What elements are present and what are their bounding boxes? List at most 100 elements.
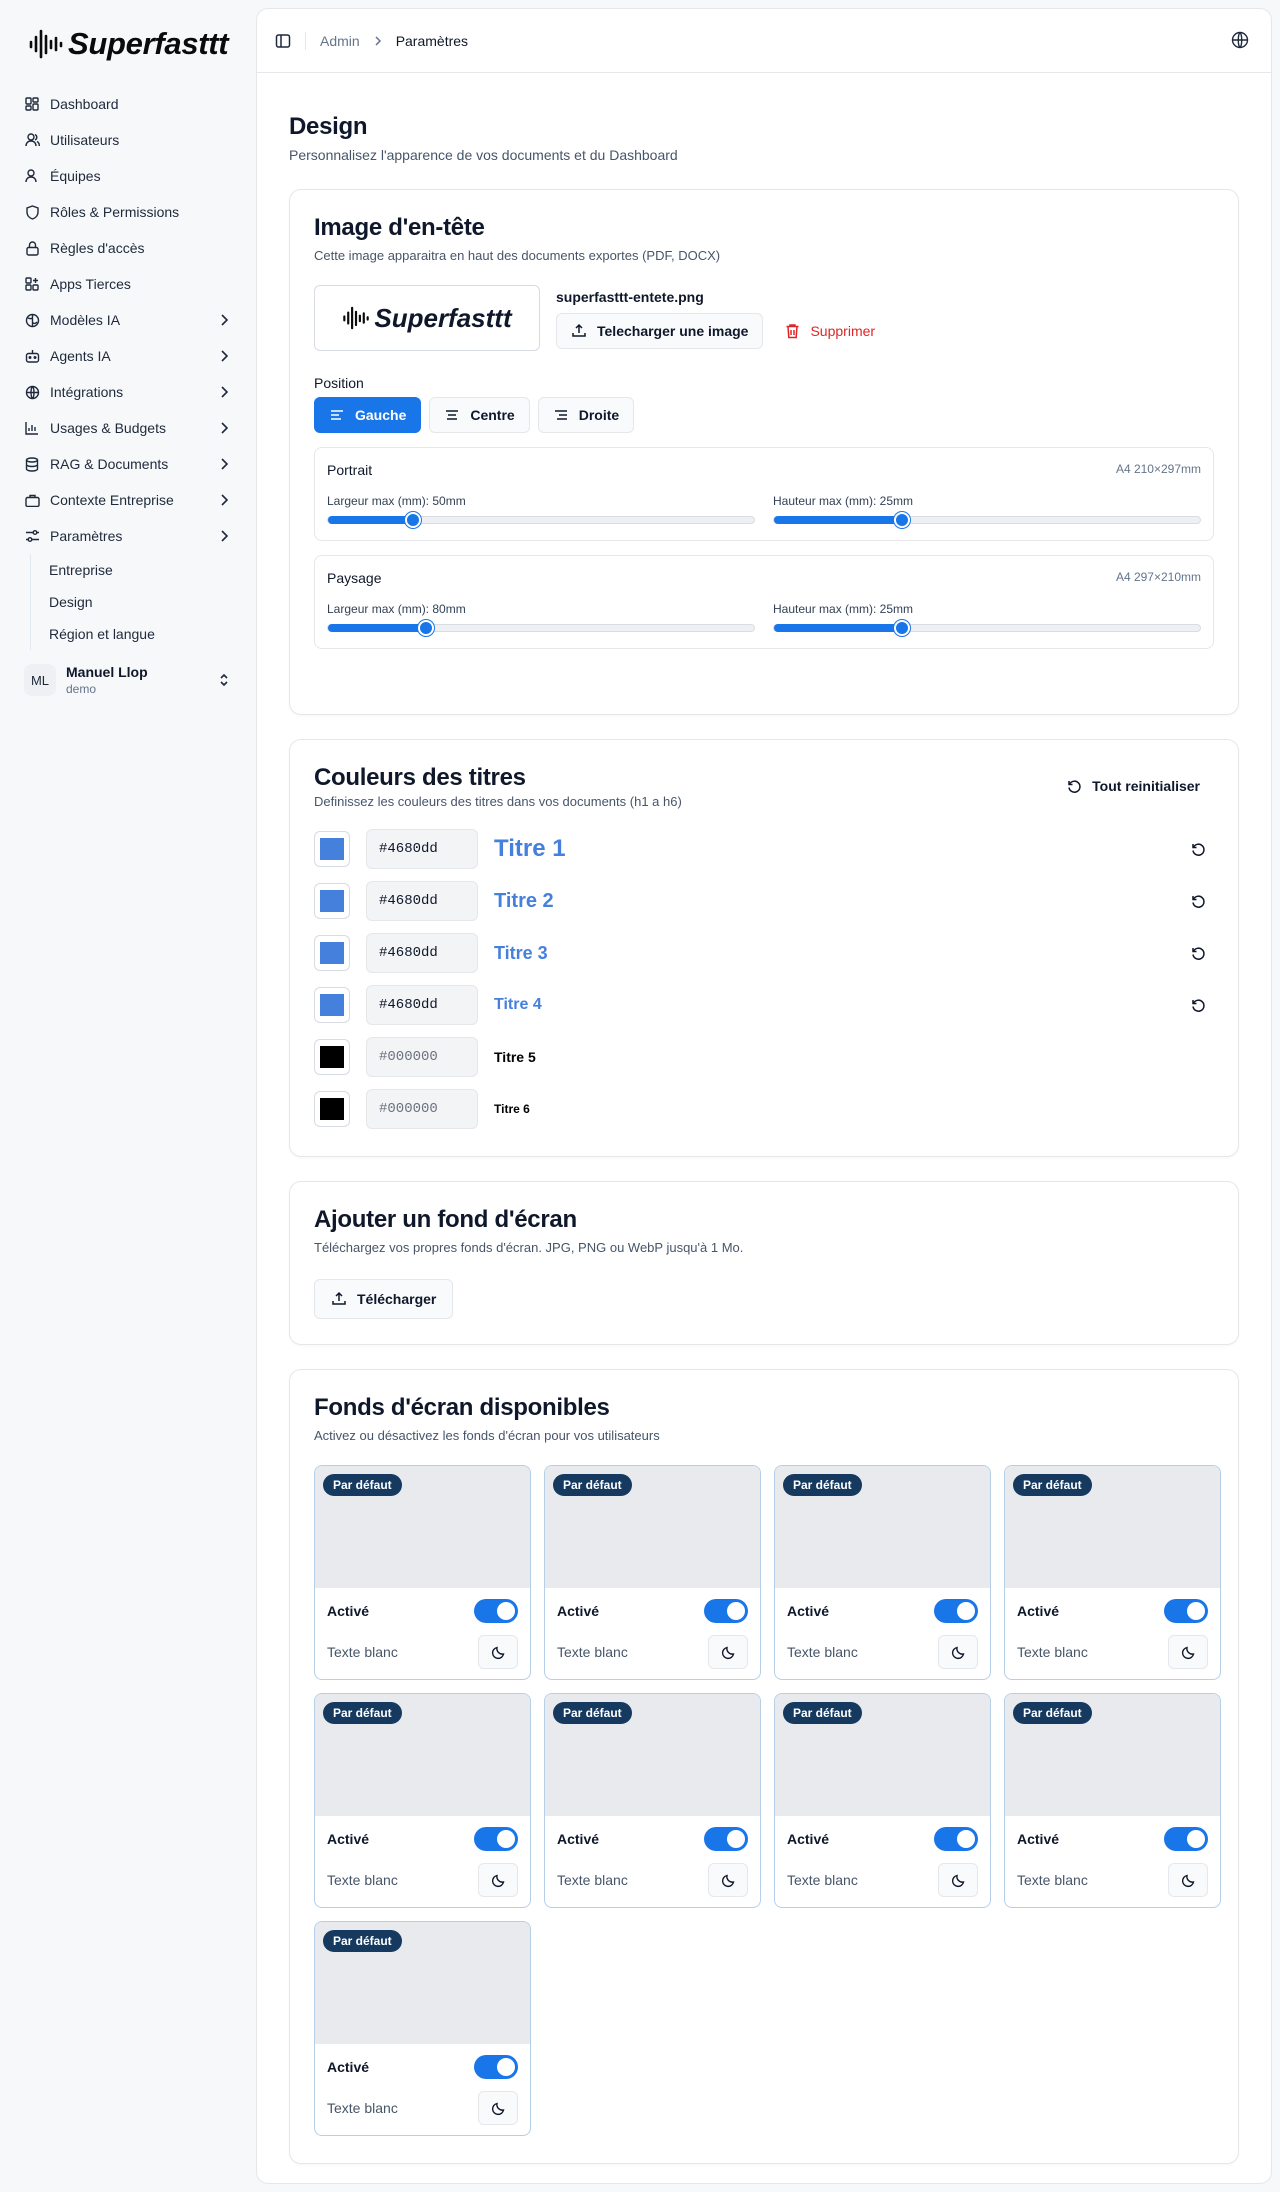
position-right-button[interactable]: Droite — [537, 397, 635, 433]
hex-input[interactable]: #4680dd — [366, 933, 478, 973]
wallpaper-card[interactable]: Par défaut Activé Texte blanc — [314, 1921, 531, 2136]
breadcrumb-admin[interactable]: Admin — [320, 33, 360, 49]
landscape-height-slider[interactable]: Hauteur max (mm): 25mm — [773, 602, 1201, 636]
heading-color-list: #4680dd Titre 1 #4680dd Titre 2 #4680dd … — [314, 823, 1214, 1135]
reset-icon[interactable] — [1190, 945, 1206, 961]
chevron-right-icon — [221, 314, 229, 326]
wallpaper-preview[interactable]: Par défaut — [545, 1466, 760, 1588]
active-toggle[interactable] — [934, 1599, 978, 1623]
user-menu[interactable]: ML Manuel Llop demo — [16, 656, 240, 704]
active-toggle[interactable] — [704, 1599, 748, 1623]
dark-mode-button[interactable] — [478, 1635, 518, 1669]
sidebar-item-roles[interactable]: Rôles & Permissions — [16, 194, 240, 230]
wallpaper-preview[interactable]: Par défaut — [315, 1694, 530, 1816]
reset-all-button[interactable]: Tout reinitialiser — [1052, 768, 1214, 804]
dark-mode-button[interactable] — [478, 2091, 518, 2125]
color-swatch[interactable] — [314, 883, 350, 919]
dark-mode-button[interactable] — [938, 1635, 978, 1669]
sidebar-item-usage-budgets[interactable]: Usages & Budgets — [16, 410, 240, 446]
chart-icon — [24, 420, 40, 436]
active-toggle[interactable] — [704, 1827, 748, 1851]
subnav-item-region-language[interactable]: Région et langue — [41, 618, 240, 650]
sidebar-item-settings[interactable]: Paramètres — [16, 518, 240, 554]
upload-wallpaper-button[interactable]: Télécharger — [314, 1279, 454, 1319]
dark-mode-button[interactable] — [1168, 1635, 1208, 1669]
portrait-height-slider[interactable]: Hauteur max (mm): 25mm — [773, 494, 1201, 528]
wallpaper-preview[interactable]: Par défaut — [315, 1922, 530, 2044]
sidebar-item-rag-documents[interactable]: RAG & Documents — [16, 446, 240, 482]
hex-input[interactable]: #000000 — [366, 1089, 478, 1129]
hex-input[interactable]: #4680dd — [366, 829, 478, 869]
slider-track[interactable] — [327, 512, 755, 528]
active-toggle[interactable] — [474, 2055, 518, 2079]
default-badge: Par défaut — [1013, 1702, 1092, 1724]
slider-track[interactable] — [773, 512, 1201, 528]
color-swatch[interactable] — [314, 987, 350, 1023]
slider-thumb[interactable] — [893, 512, 910, 528]
wallpaper-card[interactable]: Par défaut Activé Texte blanc — [774, 1465, 991, 1680]
wallpaper-preview[interactable]: Par défaut — [315, 1466, 530, 1588]
slider-thumb[interactable] — [417, 620, 434, 636]
position-center-button[interactable]: Centre — [429, 397, 530, 433]
active-toggle[interactable] — [474, 1599, 518, 1623]
reset-icon[interactable] — [1190, 893, 1206, 909]
sidebar-item-users[interactable]: Utilisateurs — [16, 122, 240, 158]
wallpaper-card[interactable]: Par défaut Activé Texte blanc — [1004, 1693, 1221, 1908]
sidebar-item-access-rules[interactable]: Règles d'accès — [16, 230, 240, 266]
brand-logo[interactable]: Superfasttt — [28, 24, 229, 64]
dark-mode-button[interactable] — [708, 1863, 748, 1897]
dark-mode-button[interactable] — [708, 1635, 748, 1669]
slider-thumb[interactable] — [405, 512, 422, 528]
hex-input[interactable]: #4680dd — [366, 985, 478, 1025]
active-toggle[interactable] — [934, 1827, 978, 1851]
sidebar-item-dashboard[interactable]: Dashboard — [16, 86, 240, 122]
delete-image-button[interactable]: Supprimer — [771, 313, 889, 349]
sidebar-item-apps[interactable]: Apps Tierces — [16, 266, 240, 302]
color-swatch[interactable] — [314, 1091, 350, 1127]
subnav-item-design[interactable]: Design — [41, 586, 240, 618]
text-color-row: Texte blanc — [545, 1862, 760, 1898]
landscape-width-slider[interactable]: Largeur max (mm): 80mm — [327, 602, 755, 636]
globe-icon[interactable] — [1231, 31, 1249, 49]
color-swatch[interactable] — [314, 935, 350, 971]
wallpaper-preview[interactable]: Par défaut — [545, 1694, 760, 1816]
subnav-item-company[interactable]: Entreprise — [41, 554, 240, 586]
sidebar-toggle-icon[interactable] — [275, 33, 291, 49]
wallpaper-preview[interactable]: Par défaut — [775, 1466, 990, 1588]
upload-image-button[interactable]: Telecharger une image — [556, 313, 764, 349]
hex-input[interactable]: #000000 — [366, 1037, 478, 1077]
position-left-button[interactable]: Gauche — [314, 397, 422, 433]
slider-thumb[interactable] — [893, 620, 910, 636]
active-toggle[interactable] — [1164, 1827, 1208, 1851]
wallpaper-card[interactable]: Par défaut Activé Texte blanc — [314, 1465, 531, 1680]
reset-icon[interactable] — [1190, 997, 1206, 1013]
wallpaper-preview[interactable]: Par défaut — [1005, 1694, 1220, 1816]
portrait-width-slider[interactable]: Largeur max (mm): 50mm — [327, 494, 755, 528]
wallpaper-card[interactable]: Par défaut Activé Texte blanc — [544, 1465, 761, 1680]
sidebar-item-ai-agents[interactable]: Agents IA — [16, 338, 240, 374]
moon-icon — [721, 1646, 734, 1659]
team-icon — [24, 168, 40, 184]
moon-icon — [1181, 1874, 1194, 1887]
reset-icon[interactable] — [1190, 841, 1206, 857]
wallpaper-card[interactable]: Par défaut Activé Texte blanc — [544, 1693, 761, 1908]
wallpaper-card[interactable]: Par défaut Activé Texte blanc — [314, 1693, 531, 1908]
hex-input[interactable]: #4680dd — [366, 881, 478, 921]
dark-mode-button[interactable] — [938, 1863, 978, 1897]
dark-mode-button[interactable] — [478, 1863, 518, 1897]
active-toggle[interactable] — [1164, 1599, 1208, 1623]
sidebar-item-teams[interactable]: Équipes — [16, 158, 240, 194]
sidebar-item-integrations[interactable]: Intégrations — [16, 374, 240, 410]
slider-track[interactable] — [327, 620, 755, 636]
wallpaper-preview[interactable]: Par défaut — [775, 1694, 990, 1816]
sidebar-item-ai-models[interactable]: Modèles IA — [16, 302, 240, 338]
color-swatch[interactable] — [314, 1039, 350, 1075]
wallpaper-card[interactable]: Par défaut Activé Texte blanc — [1004, 1465, 1221, 1680]
wallpaper-preview[interactable]: Par défaut — [1005, 1466, 1220, 1588]
active-toggle[interactable] — [474, 1827, 518, 1851]
wallpaper-card[interactable]: Par défaut Activé Texte blanc — [774, 1693, 991, 1908]
dark-mode-button[interactable] — [1168, 1863, 1208, 1897]
color-swatch[interactable] — [314, 831, 350, 867]
slider-track[interactable] — [773, 620, 1201, 636]
sidebar-item-company-context[interactable]: Contexte Entreprise — [16, 482, 240, 518]
